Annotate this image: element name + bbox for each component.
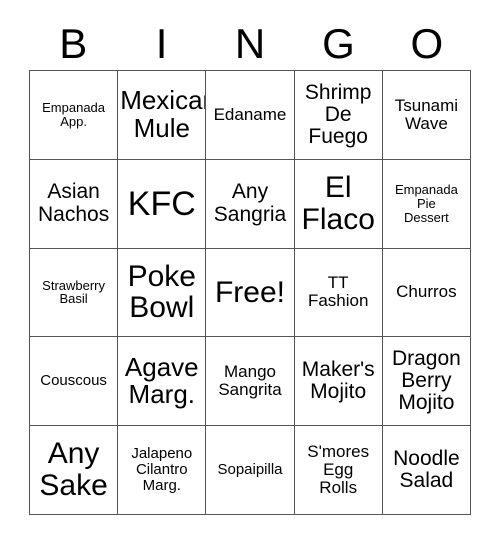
bingo-cell[interactable]: Jalapeno Cilantro Marg. [118,426,207,515]
bingo-cell[interactable]: Shrimp De Fuego [294,71,383,160]
bingo-cell-label: Empanada App. [42,100,106,129]
bingo-cell-label: Agave Marg. [124,351,199,410]
bingo-cell[interactable]: Edaname [206,71,295,160]
bingo-cell[interactable]: Asian Nachos [30,159,119,249]
bingo-cell-label: Poke Bowl [127,259,196,325]
bingo-cell[interactable]: Noodle Salad [382,426,471,515]
bingo-cell[interactable]: Maker's Mojito [294,337,383,427]
bingo-cell-label: Any Sake [39,437,108,503]
bingo-cell-label: Free! [214,275,285,309]
bingo-cell[interactable]: Tsunami Wave [382,71,471,160]
bingo-cell[interactable]: Empanada Pie Dessert [382,159,471,249]
bingo-header-letter-i: I [155,20,168,67]
bingo-cell[interactable]: Sopaipilla [206,426,295,515]
bingo-cell-label: Tsunami Wave [394,95,459,133]
bingo-header-letter-n: N [234,20,266,67]
bingo-cell-label: Mexican Mule [120,85,205,143]
bingo-cell-label: Churros [396,282,457,302]
bingo-cell-label: Any Sangria [213,180,287,226]
bingo-cell[interactable]: Free! [206,248,295,338]
bingo-cell[interactable]: TT Fashion [294,248,383,338]
bingo-cell-label: S'mores Egg Rolls [307,442,370,498]
bingo-header-row: B I N G O [29,18,471,70]
bingo-cell-label: Empanada Pie Dessert [394,182,458,225]
bingo-cell[interactable]: Churros [382,248,471,338]
bingo-cell-label: Couscous [40,372,107,390]
bingo-cell[interactable]: S'mores Egg Rolls [294,426,383,515]
bingo-cell-label: Strawberry Basil [42,277,106,307]
bingo-cell[interactable]: Couscous [30,337,119,427]
bingo-cell[interactable]: Empanada App. [30,71,119,160]
bingo-cell[interactable]: Dragon Berry Mojito [382,337,471,427]
bingo-cell[interactable]: Mango Sangrita [206,337,295,427]
bingo-cell[interactable]: KFC [118,159,207,249]
bingo-cell-label: Noodle Salad [393,446,460,493]
bingo-cell-label: Mango Sangrita [218,362,282,400]
bingo-card: B I N G O Empanada App. Mexican Mule Edana… [0,0,500,544]
bingo-cell-label: TT Fashion [307,273,369,311]
bingo-cell-label: Dragon Berry Mojito [391,346,461,415]
bingo-cell[interactable]: Any Sake [30,426,119,515]
bingo-cell[interactable]: El Flaco [294,159,383,249]
bingo-cell[interactable]: Poke Bowl [118,248,207,338]
bingo-cell[interactable]: Mexican Mule [118,71,207,160]
bingo-cell-label: Maker's Mojito [301,358,375,404]
bingo-header-letter-g: G [322,20,355,67]
bingo-cell-label: KFC [127,184,196,223]
bingo-cell[interactable]: Any Sangria [206,159,295,249]
bingo-header-letter-o: O [410,20,444,67]
bingo-cell-label: Edaname [213,104,287,124]
bingo-cell[interactable]: Strawberry Basil [30,248,119,338]
bingo-cell-label: El Flaco [301,170,375,236]
bingo-grid: Empanada App. Mexican Mule Edaname Shrimp D… [29,70,471,515]
bingo-cell[interactable]: Agave Marg. [118,337,207,427]
bingo-cell-label: Jalapeno Cilantro Marg. [131,445,193,495]
bingo-cell-label: Sopaipilla [217,461,283,479]
bingo-cell-label: Asian Nachos [37,180,110,226]
bingo-cell-label: Shrimp De Fuego [304,80,372,149]
bingo-header-letter-b: B [59,20,88,67]
